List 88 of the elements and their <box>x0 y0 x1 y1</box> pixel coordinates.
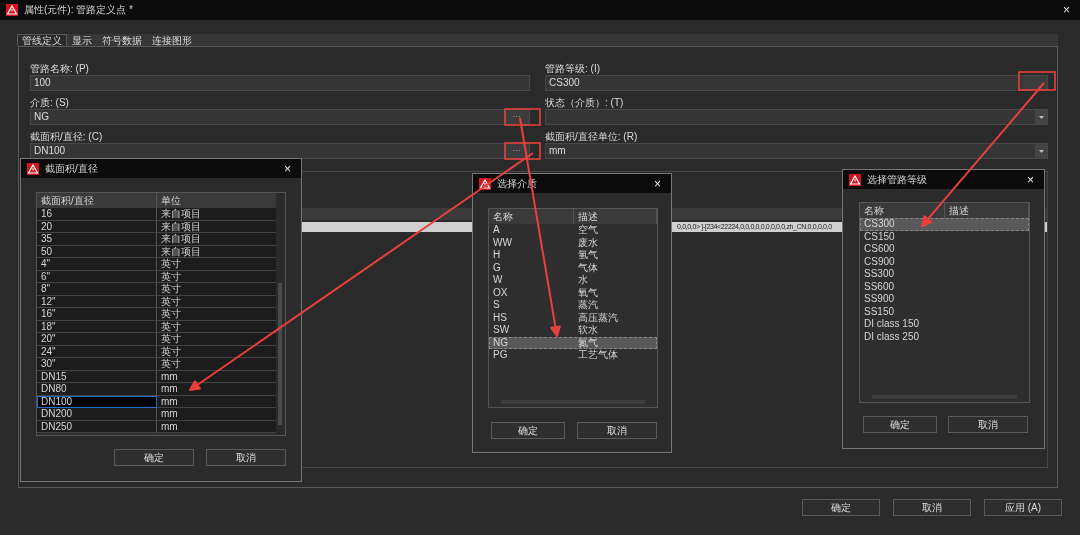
field-label: 截面积/直径单位: (R) <box>545 131 639 143</box>
input-field[interactable]: CS300 <box>545 75 1048 91</box>
table-cell[interactable]: 英寸 <box>157 308 279 321</box>
data-grid[interactable]: 截面积/直径 单位 16 来自项目 20 来自项目 35 来自项目 50 来自项目 4" 英寸 6" 英寸 8" 英寸 12" 英寸 16" 英寸 18" 英寸 20" 英寸 24" 英寸 30" 英寸 DN15 mm DN80 mm DN100 mm DN200 mm DN250 mm <box>36 192 286 436</box>
table-cell[interactable]: 8" <box>37 283 157 296</box>
list-item[interactable]: SS900 <box>860 293 1029 306</box>
dropdown-field[interactable] <box>545 109 1048 125</box>
table-cell[interactable]: 来自项目 <box>157 233 279 246</box>
list-item[interactable]: PG 工艺气体 <box>489 349 657 362</box>
close-button[interactable]: × <box>1059 4 1074 16</box>
list-item[interactable]: CS300 <box>860 218 1029 231</box>
list-box[interactable]: 名称 描述 CS300 CS150 CS600 CS900 SS300 SS600 SS900 SS150 DI class 150 DI class 250 <box>859 202 1030 403</box>
input-field[interactable]: 100 <box>30 75 530 91</box>
table-cell[interactable]: 35 <box>37 233 157 246</box>
field-label: 管路名称: (P) <box>30 63 90 75</box>
field-label: 介质: (S) <box>30 97 70 109</box>
app-logo-icon <box>27 162 39 175</box>
list-item[interactable]: CS600 <box>860 243 1029 256</box>
list-item[interactable]: CS900 <box>860 255 1029 268</box>
table-cell[interactable]: 英寸 <box>157 258 279 271</box>
table-cell[interactable]: 英寸 <box>157 358 279 371</box>
list-item[interactable]: SS300 <box>860 268 1029 281</box>
dialog-button[interactable]: 确定 <box>491 422 565 439</box>
list-item[interactable]: HS 高压蒸汽 <box>489 311 657 324</box>
table-cell[interactable]: 16 <box>37 208 157 221</box>
field-label: 截面积/直径: (C) <box>30 131 104 143</box>
close-button[interactable]: × <box>1023 173 1038 186</box>
highlight-box <box>504 108 541 126</box>
list-box[interactable]: 名称 描述 A 空气 WW 废水 H 氢气 G 气体 W 水 OX 氧气 S 蒸汽 HS 高压蒸汽 SW 软水 NG 氮气 PG 工艺气体 <box>488 208 658 408</box>
list-item[interactable]: SS600 <box>860 280 1029 293</box>
table-cell[interactable]: 英寸 <box>157 283 279 296</box>
browse-button[interactable] <box>1022 76 1047 90</box>
scrollbar[interactable] <box>276 193 285 435</box>
dropdown-button[interactable] <box>1035 144 1047 158</box>
list-item[interactable]: OX 氧气 <box>489 286 657 299</box>
caret-icon <box>1038 149 1044 153</box>
input-field[interactable]: NG ··· <box>30 109 530 125</box>
list-item[interactable]: DI class 150 <box>860 318 1029 331</box>
tab[interactable]: 显示 <box>67 34 97 46</box>
column-header[interactable]: 描述 <box>574 209 657 224</box>
table-cell[interactable]: 20" <box>37 333 157 346</box>
dialog-title: 选择管路等级 <box>867 173 927 186</box>
table-cell[interactable]: DN200 <box>37 408 157 421</box>
dialog-button[interactable]: 取消 <box>577 422 657 439</box>
tab[interactable]: 管线定义 <box>17 34 67 46</box>
dialog-button[interactable]: 应用 (A) <box>984 499 1062 516</box>
list-item[interactable]: S 蒸汽 <box>489 299 657 312</box>
window-title: 属性(元件): 管路定义点 * <box>24 4 133 16</box>
field-label: 状态（介质）: (T) <box>545 97 625 109</box>
tab[interactable]: 连接图形 <box>147 34 197 46</box>
list-item[interactable]: H 氢气 <box>489 249 657 262</box>
input-field[interactable]: DN100 ··· <box>30 143 530 159</box>
list-item[interactable]: WW 废水 <box>489 236 657 249</box>
dropdown-button[interactable] <box>1035 110 1047 124</box>
dialog-title: 截面积/直径 <box>45 162 98 175</box>
caret-icon <box>1038 115 1044 119</box>
app-logo-icon <box>6 4 18 16</box>
scrollbar-thumb[interactable] <box>278 283 282 425</box>
table-cell[interactable]: 30" <box>37 358 157 371</box>
table-cell[interactable]: 英寸 <box>157 333 279 346</box>
dialog-button[interactable]: 取消 <box>206 449 286 466</box>
dialog-button[interactable]: 确定 <box>114 449 194 466</box>
list-item[interactable]: SW 软水 <box>489 324 657 337</box>
list-item[interactable]: CS150 <box>860 230 1029 243</box>
table-cell[interactable]: 16" <box>37 308 157 321</box>
highlight-box <box>504 142 541 160</box>
dialog-button[interactable]: 确定 <box>802 499 880 516</box>
list-item[interactable]: SS150 <box>860 305 1029 318</box>
table-cell[interactable]: mm <box>157 383 279 396</box>
app-logo-icon <box>849 173 861 186</box>
list-item[interactable]: W 水 <box>489 274 657 287</box>
list-item[interactable]: NG 氮气 <box>489 336 657 349</box>
dropdown-field[interactable]: mm <box>545 143 1048 159</box>
tab[interactable]: 符号数据 <box>97 34 147 46</box>
close-button[interactable]: × <box>280 162 295 175</box>
list-item[interactable]: DI class 250 <box>860 330 1029 343</box>
dialog-button[interactable]: 取消 <box>893 499 971 516</box>
list-item[interactable]: G 气体 <box>489 261 657 274</box>
highlight-box <box>1018 71 1056 91</box>
field-label: 管路等级: (I) <box>545 63 601 75</box>
table-cell[interactable]: 来自项目 <box>157 208 279 221</box>
table-cell[interactable]: DN80 <box>37 383 157 396</box>
list-item[interactable]: A 空气 <box>489 224 657 237</box>
table-cell[interactable]: 4" <box>37 258 157 271</box>
dialog-button[interactable]: 取消 <box>948 416 1028 433</box>
table-cell[interactable]: mm <box>157 408 279 421</box>
close-button[interactable]: × <box>650 177 665 190</box>
dialog-button[interactable]: 确定 <box>863 416 937 433</box>
